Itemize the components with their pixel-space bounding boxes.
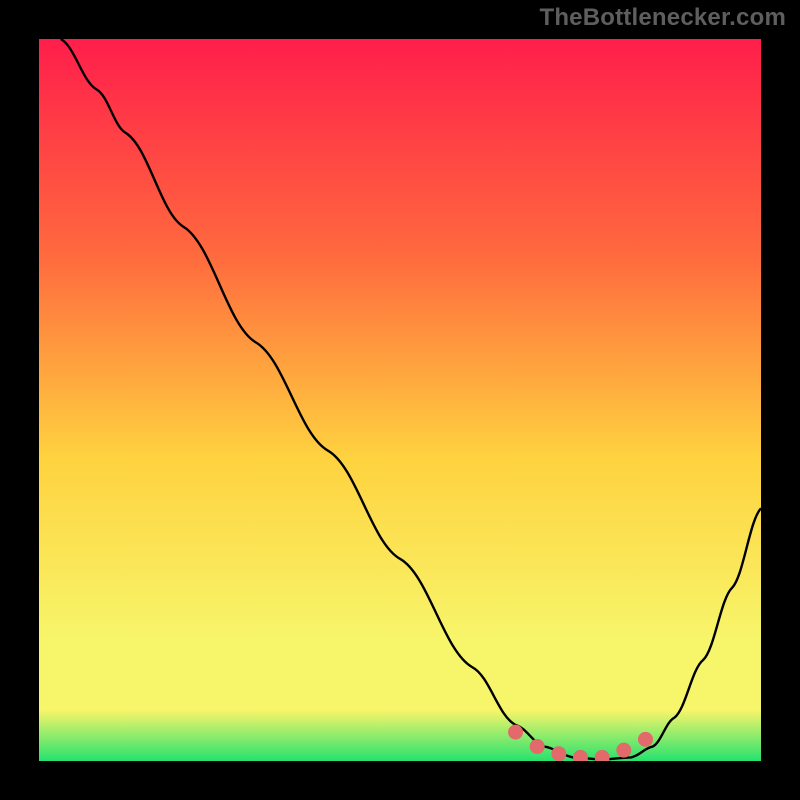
plot-area (39, 39, 761, 761)
optimal-marker (530, 739, 545, 754)
gradient-background (39, 39, 761, 761)
bottleneck-chart (39, 39, 761, 761)
chart-frame: TheBottlenecker.com (0, 0, 800, 800)
watermark-text: TheBottlenecker.com (539, 4, 786, 32)
optimal-marker (638, 732, 653, 747)
optimal-marker (508, 725, 523, 740)
optimal-marker (616, 743, 631, 758)
optimal-marker (551, 746, 566, 761)
